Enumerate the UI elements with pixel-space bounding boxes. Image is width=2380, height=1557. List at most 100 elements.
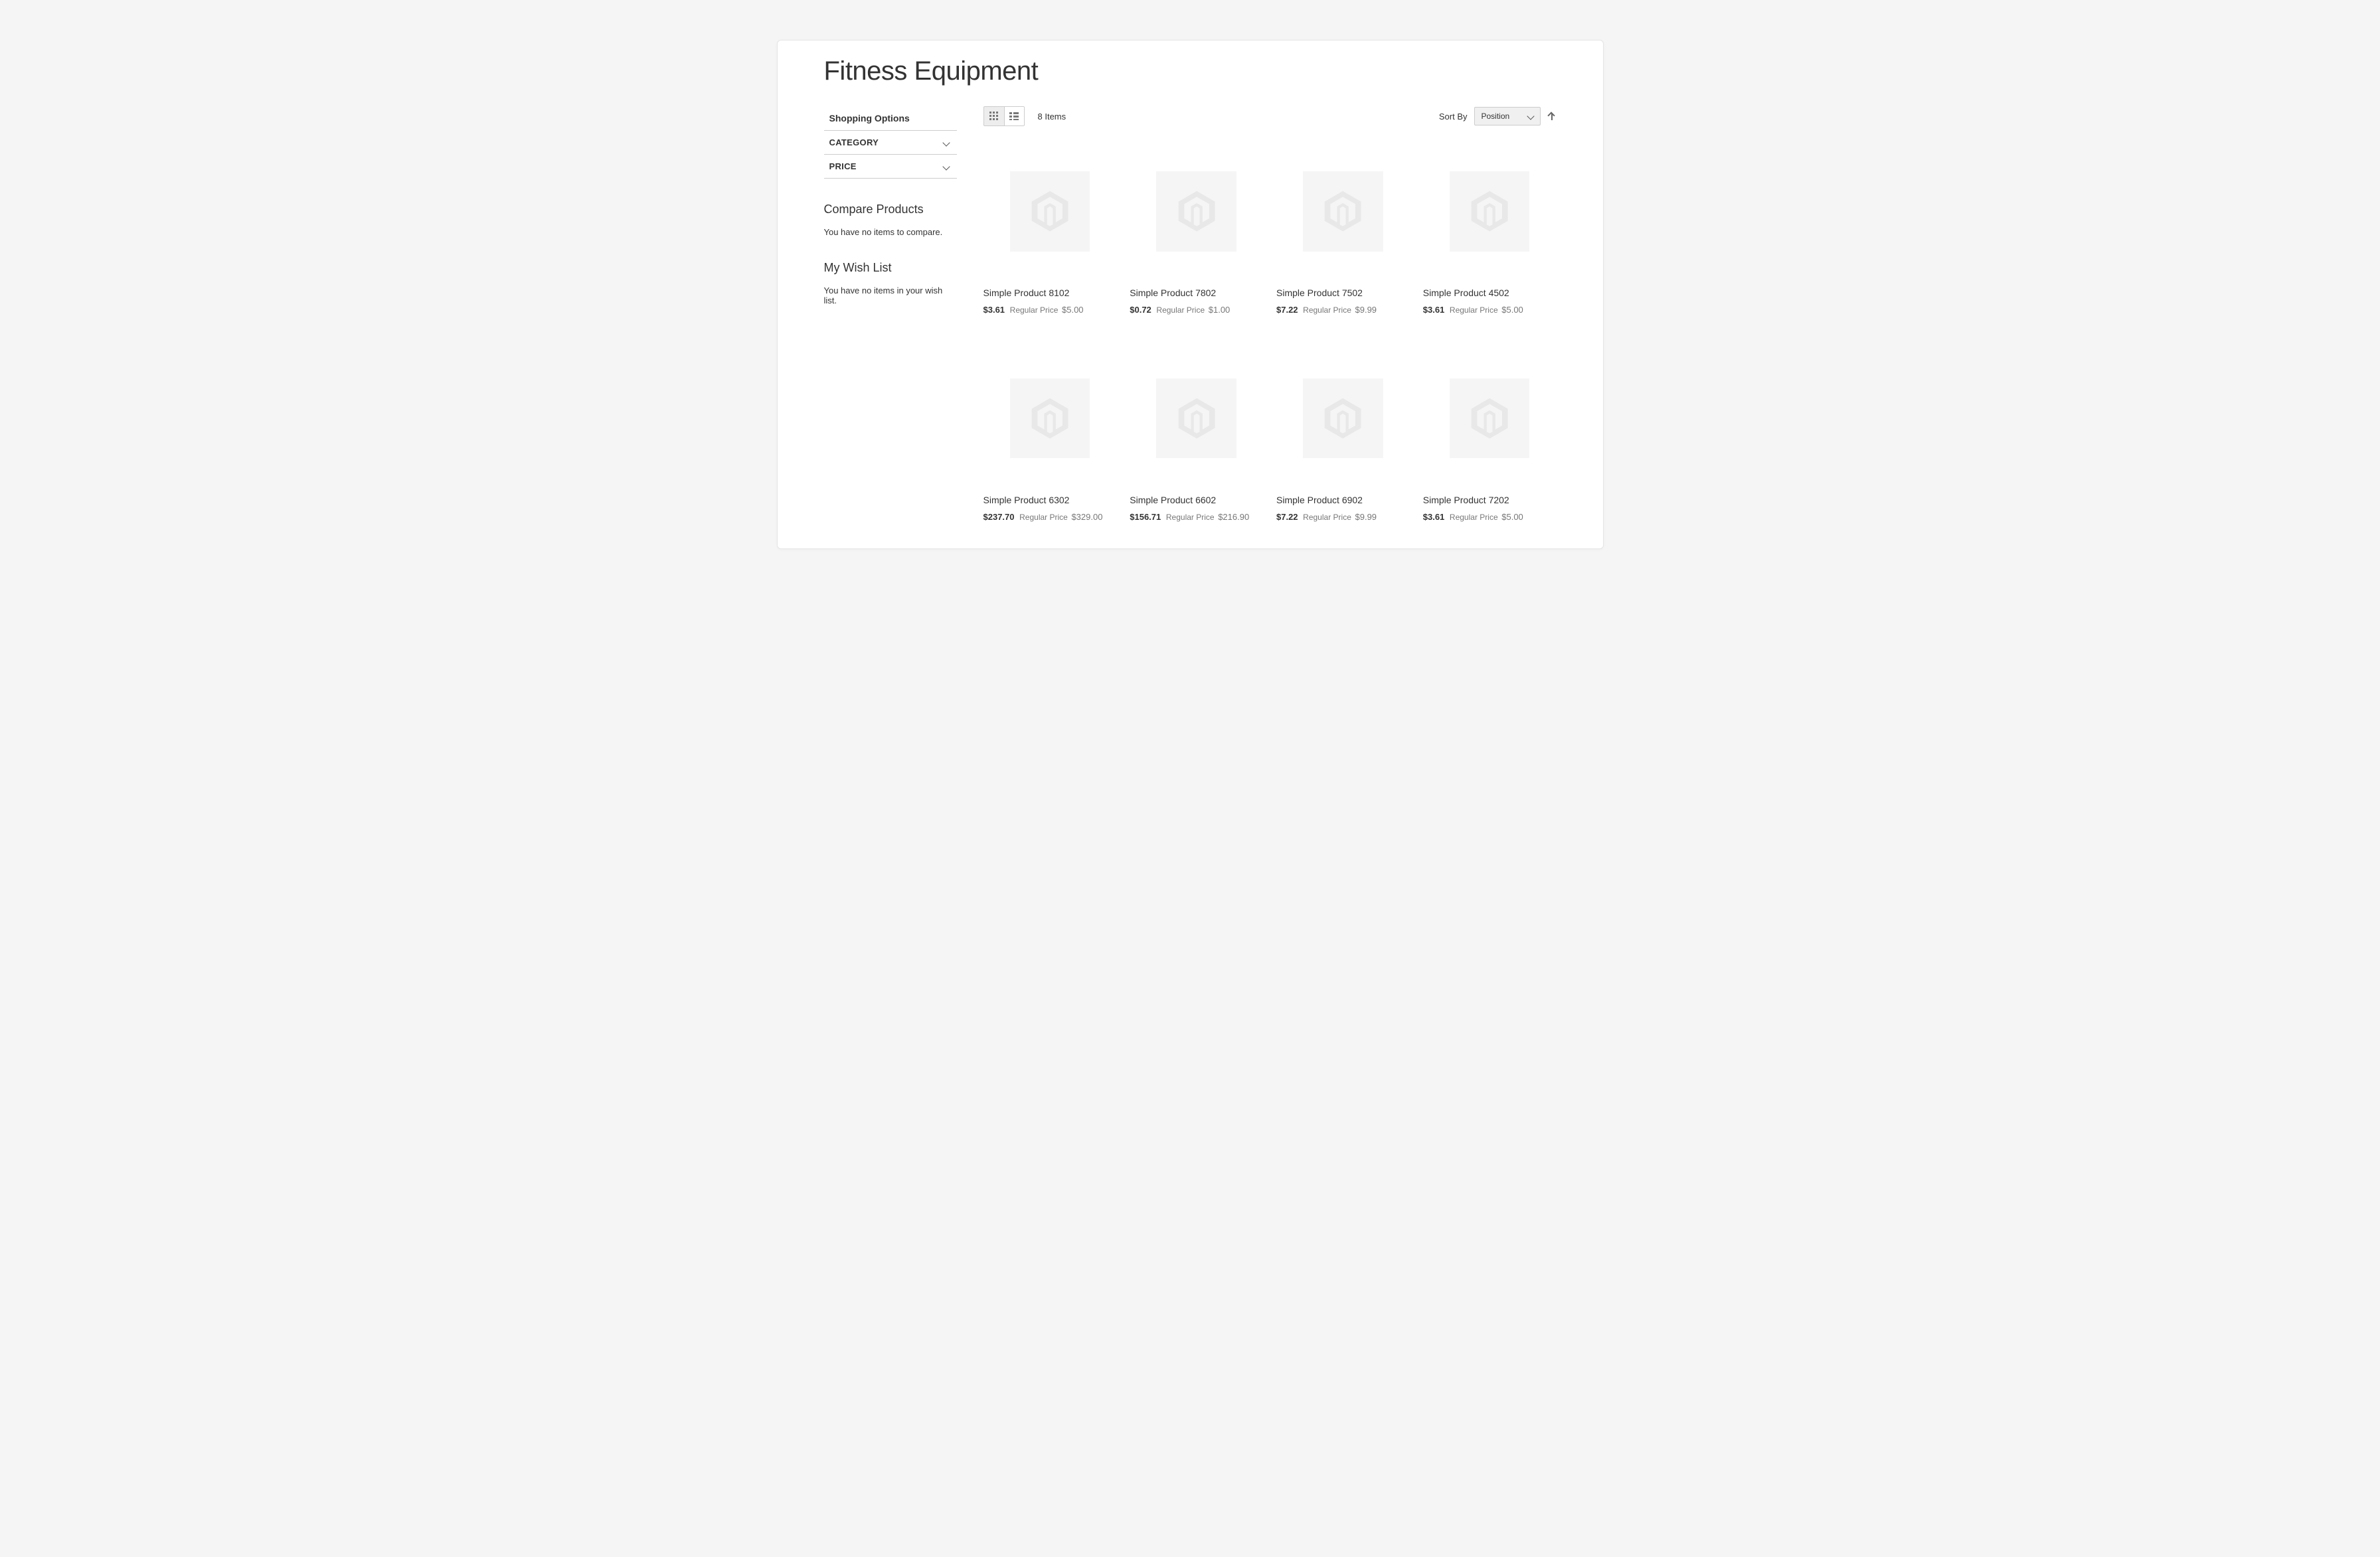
price-box: $237.70 Regular Price $329.00	[983, 512, 1117, 522]
regular-price-label: Regular Price	[1156, 305, 1205, 315]
product-item: Simple Product 6602 $156.71 Regular Pric…	[1130, 352, 1263, 522]
regular-price-label: Regular Price	[1303, 305, 1351, 315]
magento-placeholder-icon	[1026, 394, 1074, 442]
magento-placeholder-icon	[1026, 187, 1074, 235]
product-item: Simple Product 7202 $3.61 Regular Price …	[1423, 352, 1557, 522]
list-icon	[1009, 112, 1019, 120]
product-item: Simple Product 6902 $7.22 Regular Price …	[1276, 352, 1410, 522]
sort-by-select[interactable]: Position	[1474, 107, 1541, 125]
product-name-link[interactable]: Simple Product 6302	[983, 495, 1117, 505]
product-item: Simple Product 4502 $3.61 Regular Price …	[1423, 145, 1557, 315]
product-placeholder-image	[1450, 171, 1529, 251]
product-item: Simple Product 7802 $0.72 Regular Price …	[1130, 145, 1263, 315]
special-price: $3.61	[1423, 305, 1445, 315]
regular-price-label: Regular Price	[1450, 513, 1498, 522]
product-image-link[interactable]	[1130, 352, 1263, 485]
regular-price: $1.00	[1209, 305, 1231, 315]
special-price: $156.71	[1130, 512, 1161, 522]
sort-direction-toggle[interactable]	[1547, 112, 1557, 121]
regular-price: $9.99	[1355, 305, 1377, 315]
chevron-down-icon	[942, 163, 950, 171]
product-item: Simple Product 7502 $7.22 Regular Price …	[1276, 145, 1410, 315]
product-name-link[interactable]: Simple Product 6902	[1276, 495, 1410, 505]
grid-view-button[interactable]	[984, 107, 1004, 125]
regular-price-label: Regular Price	[1303, 513, 1351, 522]
magento-placeholder-icon	[1466, 394, 1513, 442]
product-item: Simple Product 8102 $3.61 Regular Price …	[983, 145, 1117, 315]
sort-by-label: Sort By	[1439, 112, 1468, 122]
special-price: $3.61	[1423, 512, 1445, 522]
compare-products-title: Compare Products	[824, 203, 957, 216]
magento-placeholder-icon	[1173, 187, 1221, 235]
product-image-link[interactable]	[1423, 145, 1557, 278]
product-image-link[interactable]	[983, 352, 1117, 485]
product-image-link[interactable]	[1130, 145, 1263, 278]
filter-label: CATEGORY	[829, 137, 879, 147]
price-box: $156.71 Regular Price $216.90	[1130, 512, 1263, 522]
product-name-link[interactable]: Simple Product 7802	[1130, 287, 1263, 298]
product-image-link[interactable]	[1276, 352, 1410, 485]
chevron-down-icon	[942, 139, 950, 147]
page-title: Fitness Equipment	[824, 56, 1557, 86]
special-price: $0.72	[1130, 305, 1151, 315]
price-box: $3.61 Regular Price $5.00	[1423, 305, 1557, 315]
product-image-link[interactable]	[983, 145, 1117, 278]
sort-by-value: Position	[1482, 112, 1510, 121]
special-price: $7.22	[1276, 305, 1298, 315]
product-placeholder-image	[1156, 378, 1236, 458]
product-name-link[interactable]: Simple Product 7502	[1276, 287, 1410, 298]
special-price: $7.22	[1276, 512, 1298, 522]
price-box: $7.22 Regular Price $9.99	[1276, 305, 1410, 315]
product-name-link[interactable]: Simple Product 4502	[1423, 287, 1557, 298]
products-grid: Simple Product 8102 $3.61 Regular Price …	[983, 145, 1557, 522]
product-name-link[interactable]: Simple Product 8102	[983, 287, 1117, 298]
shopping-options-title: Shopping Options	[824, 106, 957, 131]
magento-placeholder-icon	[1466, 187, 1513, 235]
filter-price[interactable]: PRICE	[824, 155, 957, 179]
wishlist-empty: You have no items in your wish list.	[824, 286, 957, 305]
product-image-link[interactable]	[1423, 352, 1557, 485]
sidebar: Shopping Options CATEGORY PRICE Compare …	[824, 106, 957, 522]
product-placeholder-image	[1010, 171, 1090, 251]
grid-icon	[989, 112, 999, 121]
toolbar: 8 Items Sort By Position	[983, 106, 1557, 126]
product-name-link[interactable]: Simple Product 7202	[1423, 495, 1557, 505]
view-modes	[983, 106, 1025, 126]
regular-price-label: Regular Price	[1450, 305, 1498, 315]
magento-placeholder-icon	[1319, 187, 1367, 235]
regular-price-label: Regular Price	[1010, 305, 1059, 315]
price-box: $0.72 Regular Price $1.00	[1130, 305, 1263, 315]
product-placeholder-image	[1450, 378, 1529, 458]
chevron-down-icon	[1527, 112, 1535, 120]
regular-price: $216.90	[1218, 512, 1249, 522]
regular-price: $5.00	[1501, 305, 1523, 315]
main-column: 8 Items Sort By Position	[983, 106, 1557, 522]
filter-category[interactable]: CATEGORY	[824, 131, 957, 155]
special-price: $3.61	[983, 305, 1005, 315]
price-box: $7.22 Regular Price $9.99	[1276, 512, 1410, 522]
special-price: $237.70	[983, 512, 1015, 522]
regular-price: $329.00	[1071, 512, 1102, 522]
price-box: $3.61 Regular Price $5.00	[1423, 512, 1557, 522]
product-placeholder-image	[1303, 171, 1383, 251]
filter-label: PRICE	[829, 161, 857, 171]
regular-price-label: Regular Price	[1019, 513, 1068, 522]
regular-price-label: Regular Price	[1166, 513, 1215, 522]
list-view-button[interactable]	[1004, 107, 1024, 125]
regular-price: $9.99	[1355, 512, 1377, 522]
product-placeholder-image	[1010, 378, 1090, 458]
regular-price: $5.00	[1062, 305, 1084, 315]
product-item: Simple Product 6302 $237.70 Regular Pric…	[983, 352, 1117, 522]
magento-placeholder-icon	[1319, 394, 1367, 442]
product-name-link[interactable]: Simple Product 6602	[1130, 495, 1263, 505]
price-box: $3.61 Regular Price $5.00	[983, 305, 1117, 315]
wishlist-title: My Wish List	[824, 261, 957, 275]
product-image-link[interactable]	[1276, 145, 1410, 278]
compare-products-empty: You have no items to compare.	[824, 227, 957, 237]
product-placeholder-image	[1303, 378, 1383, 458]
regular-price: $5.00	[1501, 512, 1523, 522]
product-placeholder-image	[1156, 171, 1236, 251]
page-container: Fitness Equipment Shopping Options CATEG…	[777, 40, 1604, 549]
magento-placeholder-icon	[1173, 394, 1221, 442]
item-count: 8 Items	[1038, 112, 1066, 122]
